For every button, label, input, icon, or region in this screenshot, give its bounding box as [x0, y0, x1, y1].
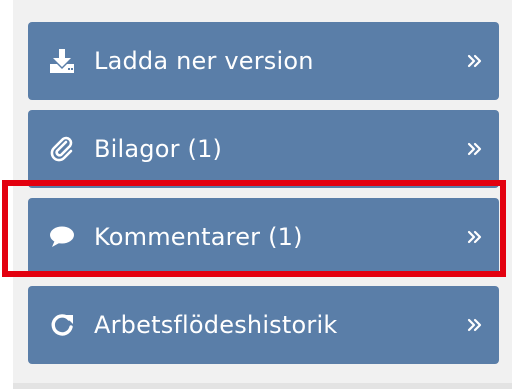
download-version-label: Ladda ner version — [94, 47, 314, 75]
workflow-history-button[interactable]: Arbetsflödeshistorik — [28, 286, 499, 364]
comments-label: Kommentarer (1) — [94, 223, 303, 251]
comments-button[interactable]: Kommentarer (1) — [28, 198, 499, 276]
comment-icon — [48, 223, 76, 251]
panel-bottom-divider — [13, 383, 512, 389]
double-chevron-right-icon — [467, 317, 483, 333]
download-version-button[interactable]: Ladda ner version — [28, 22, 499, 100]
double-chevron-right-icon — [467, 229, 483, 245]
workflow-history-label: Arbetsflödeshistorik — [94, 311, 338, 339]
download-icon — [48, 47, 76, 75]
attachments-label: Bilagor (1) — [94, 135, 223, 163]
attachments-button[interactable]: Bilagor (1) — [28, 110, 499, 188]
double-chevron-right-icon — [467, 141, 483, 157]
double-chevron-right-icon — [467, 53, 483, 69]
paperclip-icon — [48, 135, 76, 163]
refresh-icon — [48, 311, 76, 339]
